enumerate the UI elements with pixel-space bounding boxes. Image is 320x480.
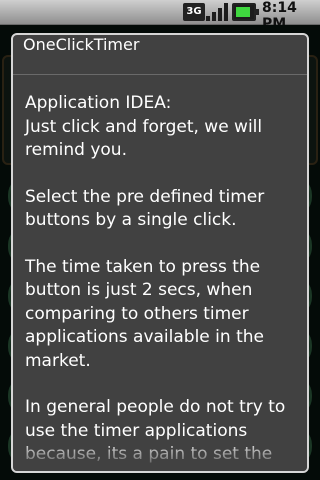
dialog-paragraph: The time taken to press the button is ju… [25,256,264,371]
dialog-paragraph: Select the pre defined timer buttons by … [25,186,265,231]
dialog-title: OneClickTimer [13,35,307,75]
battery-charging-icon [232,3,259,21]
status-bar: 3G 8:14 PM [0,0,320,32]
status-clock: 8:14 PM [262,0,297,32]
network-3g-icon: 3G [183,3,205,21]
dialog-paragraph: Application IDEA: Just click and forget,… [25,93,263,160]
about-dialog: OneClickTimer Application IDEA: Just cli… [11,33,309,473]
dialog-paragraph: In general people do not try to use the … [25,397,286,464]
dialog-message[interactable]: Application IDEA: Just click and forget,… [13,75,307,467]
signal-strength-icon [206,3,228,21]
